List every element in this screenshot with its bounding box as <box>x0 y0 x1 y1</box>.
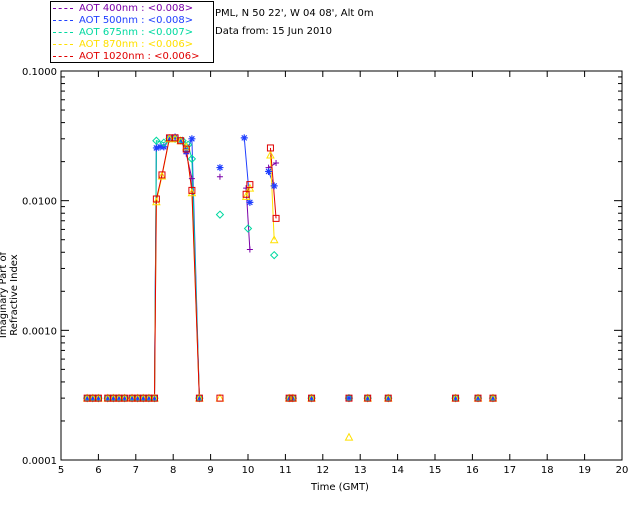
legend-item-870: AOT 870nm : <0.006> <box>53 38 193 50</box>
legend-item-400: AOT 400nm : <0.008> <box>53 2 193 14</box>
x-tick-label: 12 <box>316 465 329 476</box>
plot-frame <box>60 70 623 461</box>
data-point <box>344 432 354 441</box>
data-point <box>188 135 196 143</box>
legend-line-500 <box>53 19 73 21</box>
x-tick-label: 8 <box>170 465 176 476</box>
data-point <box>265 167 273 175</box>
data-point <box>269 250 279 260</box>
x-tick-label: 7 <box>133 465 139 476</box>
x-tick-label: 20 <box>616 465 629 476</box>
legend-item-675: AOT 675nm : <0.007> <box>53 26 193 38</box>
legend-line-400 <box>53 7 73 9</box>
y-tick-label: 0.0001 <box>22 456 57 467</box>
legend-label-675: AOT 675nm : <0.007> <box>79 26 194 38</box>
x-tick-label: 16 <box>466 465 479 476</box>
data-point <box>273 160 280 167</box>
x-tick-label: 5 <box>58 465 64 476</box>
legend-item-500: AOT 500nm : <0.008> <box>53 14 193 26</box>
legend-label-1020: AOT 1020nm : <0.006> <box>79 50 200 62</box>
data-point <box>246 246 253 253</box>
y-axis-label: Imaginary Part of Refractive Index <box>0 251 20 339</box>
x-tick-label: 18 <box>541 465 554 476</box>
legend-label-500: AOT 500nm : <0.008> <box>79 14 194 26</box>
site-info: PML, N 50 22', W 04 08', Alt 0m <box>215 8 374 19</box>
y-tick-label: 0.0010 <box>22 326 57 337</box>
x-axis-label: Time (GMT) <box>311 482 369 493</box>
x-tick-label: 19 <box>578 465 591 476</box>
legend-label-870: AOT 870nm : <0.006> <box>79 38 194 50</box>
x-tick-label: 15 <box>429 465 442 476</box>
legend-line-1020 <box>53 55 73 57</box>
chart: 5 6 7 8 9 10 11 12 13 14 15 16 17 18 19 20 0.0001 0.0010 0… <box>22 67 628 476</box>
x-tick-label: 17 <box>503 465 516 476</box>
legend-label-400: AOT 400nm : <0.008> <box>79 2 194 14</box>
data-point <box>270 182 278 190</box>
x-tick-label: 13 <box>354 465 367 476</box>
x-tick-label: 10 <box>242 465 255 476</box>
data-point <box>345 394 353 402</box>
legend-line-675 <box>53 31 73 33</box>
data-point <box>216 164 224 172</box>
chart-marks: 5 6 7 8 9 10 11 12 13 14 15 16 17 18 19 20 0.0001 0.0010 0… <box>22 67 628 476</box>
legend: AOT 400nm : <0.008> AOT 500nm : <0.008> … <box>50 1 214 63</box>
data-point <box>215 210 225 219</box>
data-point <box>240 134 248 142</box>
legend-item-1020: AOT 1020nm : <0.006> <box>53 50 199 62</box>
x-tick-label: 11 <box>279 465 292 476</box>
x-tick-label: 14 <box>391 465 404 476</box>
x-tick-label: 6 <box>95 465 101 476</box>
y-tick-label: 0.0100 <box>22 197 57 208</box>
y-tick-label: 0.1000 <box>22 67 57 78</box>
data-point <box>216 173 223 180</box>
x-tick-label: 9 <box>207 465 213 476</box>
data-point <box>246 198 254 206</box>
date-info: Data from: 15 Jun 2010 <box>215 26 333 37</box>
legend-line-870 <box>53 43 73 45</box>
